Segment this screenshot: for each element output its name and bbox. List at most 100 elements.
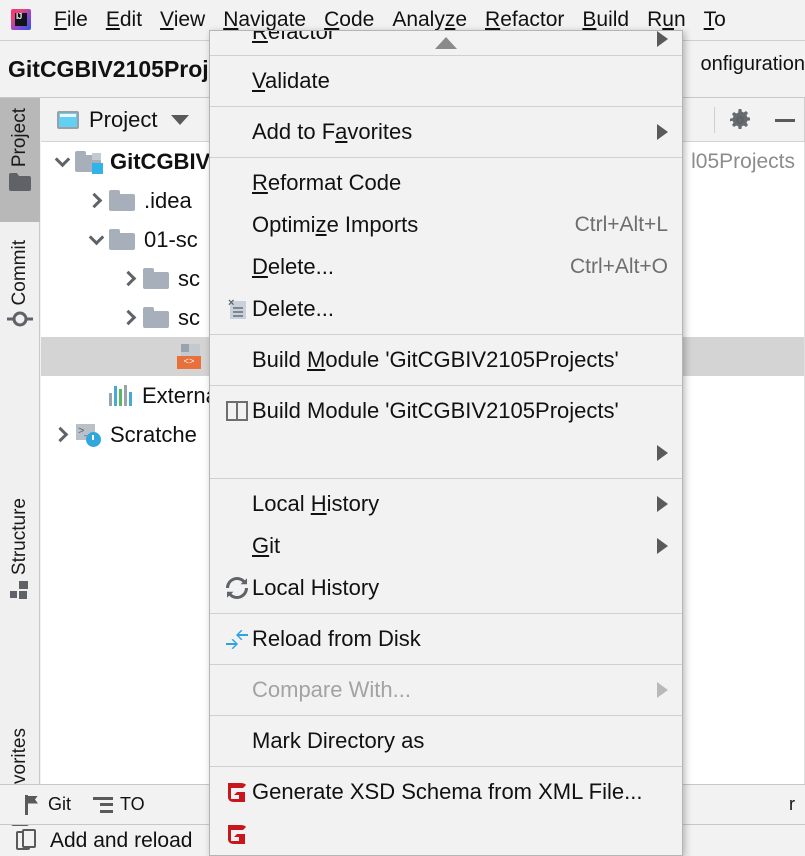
sidebar-item-structure[interactable]: Structure: [0, 488, 40, 638]
split-right-icon: [222, 401, 252, 421]
menu-item-label: Delete...: [252, 296, 334, 321]
tree-twisty-down[interactable]: [49, 151, 75, 167]
menu-item-reload-from-disk[interactable]: Local History: [210, 567, 682, 609]
chevron-down-icon[interactable]: [171, 114, 190, 125]
xml-file-icon: <>: [177, 344, 203, 369]
add-configuration-button[interactable]: onfiguration: [700, 53, 805, 76]
menu-item-label: Add to Favorites: [252, 119, 413, 144]
menu-separator: [210, 106, 682, 107]
menu-item-validate[interactable]: Validate: [210, 60, 682, 102]
todo-icon: [95, 796, 114, 813]
menu-item-generate-xsd-schema[interactable]: Mark Directory as: [210, 720, 682, 762]
project-view-combo-label[interactable]: Project: [89, 107, 157, 133]
menu-item-open-in[interactable]: [210, 432, 682, 474]
menubar-item-file[interactable]: File: [45, 5, 97, 35]
tree-twisty-right[interactable]: [49, 426, 75, 443]
menu-separator: [210, 478, 682, 479]
status-message: Add and reload: [50, 829, 193, 852]
menu-item-delete[interactable]: Delete... Ctrl+Alt+O: [210, 246, 682, 288]
module-folder-icon: [75, 151, 103, 174]
bottom-item-label: TO: [120, 794, 145, 814]
project-folder-icon: [9, 173, 31, 196]
submenu-arrow-icon: [657, 682, 668, 698]
menu-item-git[interactable]: Git: [210, 525, 682, 567]
gear-icon[interactable]: [729, 109, 751, 131]
tree-twisty-right[interactable]: [117, 309, 143, 326]
menu-item-reformat-code[interactable]: Reformat Code: [210, 162, 682, 204]
menu-item-shortcut: Ctrl+Alt+O: [569, 255, 668, 278]
menu-item-optimize-imports[interactable]: Optimize Imports Ctrl+Alt+L: [210, 204, 682, 246]
menu-item-label: Reformat Code: [252, 170, 402, 195]
gitee-icon: [222, 780, 252, 804]
folder-icon: [109, 229, 135, 250]
bottom-item-todo[interactable]: TO: [95, 794, 145, 815]
menu-item-label: Local History: [252, 575, 380, 600]
menu-item-label: Delete...: [252, 254, 334, 279]
menu-separator: [210, 55, 682, 56]
tree-item-label: sc: [178, 304, 200, 330]
sidebar-item-label: Project: [9, 108, 30, 168]
submenu-arrow-icon: [657, 538, 668, 554]
tree-twisty-right[interactable]: [83, 192, 109, 209]
menu-item-label: Build Module 'GitCGBIV2105Projects': [252, 398, 619, 423]
submenu-arrow-icon: [657, 496, 668, 512]
scroll-up-arrow-icon[interactable]: [210, 32, 682, 54]
menu-item-create-gist-gitee[interactable]: [210, 813, 682, 855]
git-branch-icon: [24, 794, 41, 815]
external-libraries-icon: [109, 385, 133, 406]
menu-item-label: Generate XSD Schema from XML File...: [252, 779, 643, 804]
tree-item-label: Scratche: [110, 421, 197, 447]
menu-separator: [210, 334, 682, 335]
menu-item-label: Mark Directory as: [252, 728, 425, 753]
commit-icon: [7, 311, 33, 332]
menubar-item-view[interactable]: View: [151, 5, 214, 35]
menu-item-mark-directory-as: Compare With...: [210, 669, 682, 711]
scratches-icon: >_: [75, 423, 101, 447]
tree-item-label: sc: [178, 265, 200, 291]
menu-separator: [210, 613, 682, 614]
menu-item-label: Optimize Imports: [252, 212, 419, 237]
menu-item-open-in-right-split[interactable]: Build Module 'GitCGBIV2105Projects': [210, 390, 682, 432]
menubar-item-tools[interactable]: To: [695, 5, 735, 35]
tree-item-note: l05Projects: [691, 149, 795, 173]
menu-item-label: Reload from Disk: [252, 626, 421, 651]
folder-icon: [143, 268, 169, 289]
menubar-item-edit[interactable]: Edit: [97, 5, 151, 35]
menu-item-open-on-gitee[interactable]: Generate XSD Schema from XML File...: [210, 771, 682, 813]
page-title: GitCGBIV2105Proj: [8, 55, 209, 82]
menu-item-build-module[interactable]: Build Module 'GitCGBIV2105Projects': [210, 339, 682, 381]
reload-icon: [222, 577, 252, 599]
menu-item-local-history[interactable]: Local History: [210, 483, 682, 525]
sidebar-item-label: Structure: [9, 498, 30, 576]
menu-separator: [210, 766, 682, 767]
submenu-arrow-icon: [657, 445, 668, 461]
tree-twisty-right[interactable]: [117, 270, 143, 287]
header-divider: [714, 107, 715, 133]
menu-item-label: Validate: [252, 68, 330, 93]
sidebar-item-commit[interactable]: Commit: [0, 230, 40, 358]
structure-icon: [10, 581, 30, 604]
sidebar-item-project[interactable]: Project: [0, 98, 40, 222]
compare-icon: [222, 629, 252, 649]
tree-twisty-down[interactable]: [83, 229, 109, 245]
bottom-item-terminal[interactable]: r: [789, 794, 795, 815]
minimize-icon[interactable]: [775, 118, 795, 122]
menu-item-label: Build Module 'GitCGBIV2105Projects': [252, 347, 619, 372]
menu-item-shortcut: Ctrl+Alt+L: [574, 213, 668, 236]
menu-item-label: Git: [252, 533, 281, 558]
ide-window: IJ File Edit View Navigate Code Analyze …: [0, 0, 805, 856]
submenu-arrow-icon: [657, 124, 668, 140]
left-tool-window-strip: Project Commit Structure Favorites: [0, 98, 40, 838]
tree-item-label: 01-sc: [144, 226, 198, 252]
bottom-item-git[interactable]: Git: [24, 794, 71, 815]
menu-item-label: Local History: [252, 491, 380, 516]
menu-item-compare-with[interactable]: Reload from Disk: [210, 618, 682, 660]
tree-item-label: .idea: [144, 187, 192, 213]
menu-separator: [210, 664, 682, 665]
tree-item-label: GitCGBIV: [110, 148, 211, 174]
sidebar-item-label: Commit: [9, 240, 30, 306]
menu-item-add-to-favorites[interactable]: Add to Favorites: [210, 111, 682, 153]
intellij-idea-logo-icon: IJ: [9, 8, 33, 32]
menu-item-mark-as-plain-text[interactable]: × Delete...: [210, 288, 682, 330]
copy-icon: [16, 829, 38, 853]
